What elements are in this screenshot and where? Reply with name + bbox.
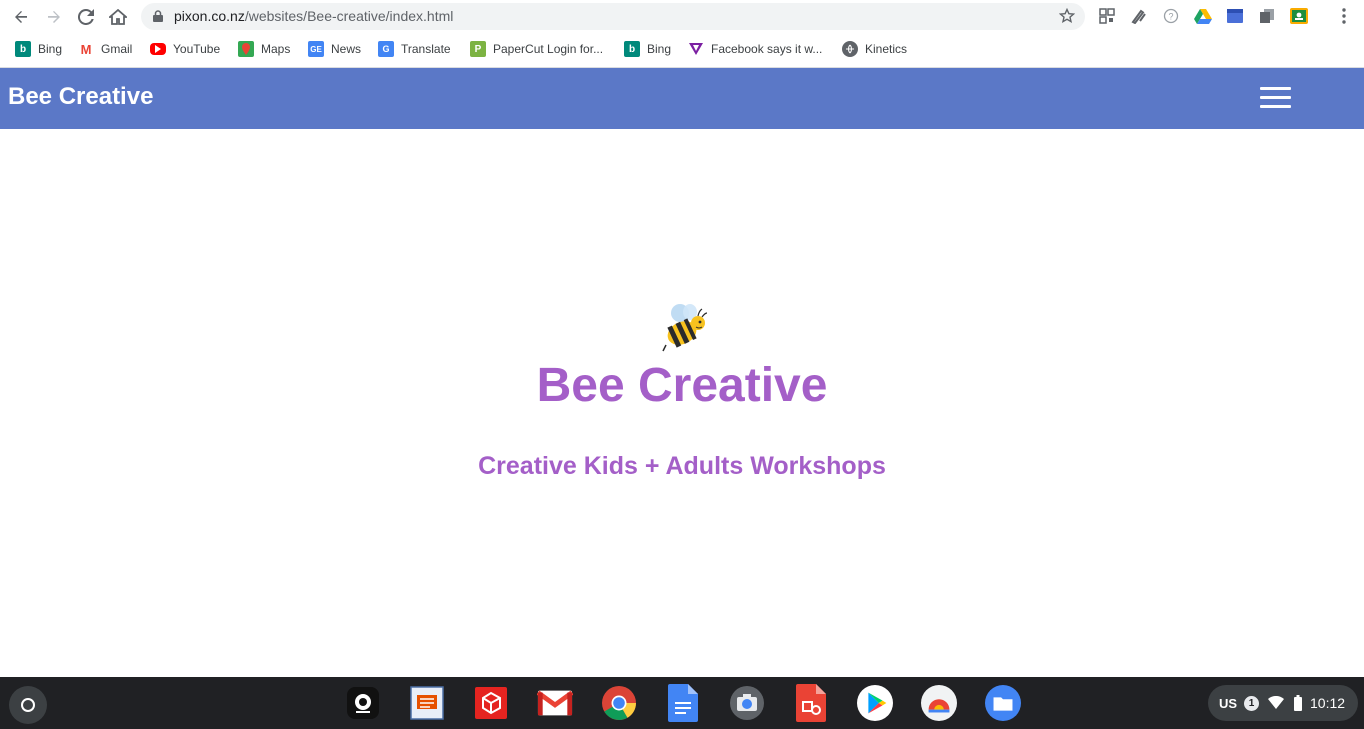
extension-window-icon[interactable]: [1226, 7, 1244, 25]
bookmark-label: Bing: [38, 42, 63, 56]
play-store-icon[interactable]: [857, 685, 893, 721]
chrome-canvas-icon[interactable]: [921, 685, 957, 721]
site-brand[interactable]: Bee Creative: [8, 83, 153, 111]
bing-icon: b: [624, 41, 640, 57]
screencast-icon[interactable]: [345, 685, 381, 721]
translate-icon: G: [378, 41, 394, 57]
bookmark-label: Gmail: [101, 42, 133, 56]
bookmark-item[interactable]: Kinetics: [842, 40, 907, 58]
files-icon[interactable]: [985, 685, 1021, 721]
address-bar[interactable]: pixon.co.nz/websites/Bee-creative/index.…: [141, 3, 1085, 30]
hero-title: Bee Creative: [536, 359, 828, 412]
lock-icon: [153, 10, 163, 22]
extension-copy-icon[interactable]: [1258, 7, 1276, 25]
wifi-icon: [1268, 696, 1284, 709]
status-tray[interactable]: US 1 10:12: [1208, 685, 1358, 721]
google-drive-icon[interactable]: [1194, 7, 1212, 25]
bookmark-label: Kinetics: [865, 42, 908, 56]
gmail-icon: M: [80, 41, 92, 57]
slides-app-icon[interactable]: [409, 685, 445, 721]
extension-qr-icon[interactable]: [1098, 7, 1116, 25]
bookmark-label: Facebook says it w...: [711, 42, 823, 56]
hamburger-menu-icon[interactable]: [1260, 87, 1292, 111]
bookmark-label: Maps: [261, 42, 291, 56]
home-icon[interactable]: [105, 4, 131, 30]
bing-icon: b: [15, 41, 31, 57]
notification-count-badge: 1: [1244, 696, 1259, 711]
forward-icon[interactable]: [41, 4, 67, 30]
maps-icon: [238, 41, 254, 57]
bookmark-label: Translate: [401, 42, 451, 56]
url-host: pixon.co.nz: [174, 8, 245, 24]
url-path: /websites/Bee-creative/index.html: [244, 8, 454, 24]
browser-chrome: pixon.co.nz/websites/Bee-creative/index.…: [0, 0, 1364, 68]
bookmark-label: Bing: [647, 42, 672, 56]
battery-icon: [1294, 695, 1302, 711]
hero-section: Bee Creative Creative Kids + Adults Work…: [0, 129, 1364, 677]
hero-subtitle: Creative Kids + Adults Workshops: [478, 452, 886, 480]
sketchup-icon[interactable]: [473, 685, 509, 721]
bee-icon: [662, 304, 708, 352]
google-classroom-icon[interactable]: [1290, 7, 1308, 25]
bookmark-item[interactable]: Facebook says it w...: [688, 40, 822, 58]
youtube-icon: [150, 43, 166, 55]
bookmark-star-icon[interactable]: [1059, 8, 1075, 24]
bookmarks-bar: b Bing M Gmail YouTube Maps GE News G Transl…: [0, 36, 1364, 62]
gmail-icon[interactable]: [537, 685, 573, 721]
bookmark-label: News: [331, 42, 362, 56]
bookmark-item[interactable]: G Translate: [378, 40, 451, 58]
office-icon[interactable]: [793, 684, 829, 722]
reload-icon[interactable]: [73, 4, 99, 30]
vice-icon: [688, 41, 704, 57]
clock: 10:12: [1310, 695, 1346, 711]
bookmark-label: YouTube: [173, 42, 221, 56]
bookmark-item[interactable]: b Bing: [624, 40, 671, 58]
launcher-button[interactable]: [9, 686, 47, 724]
back-icon[interactable]: [8, 4, 34, 30]
extension-help-icon[interactable]: ?: [1162, 7, 1180, 25]
papercut-icon: P: [470, 41, 486, 57]
globe-icon: [842, 41, 858, 57]
os-shelf: US 1 10:12: [0, 677, 1364, 729]
bookmark-item[interactable]: YouTube: [150, 40, 220, 58]
news-icon: GE: [308, 41, 324, 57]
bookmark-item[interactable]: GE News: [308, 40, 361, 58]
docs-icon[interactable]: [665, 684, 701, 722]
bookmark-label: PaperCut Login for...: [493, 42, 604, 56]
camera-icon[interactable]: [729, 685, 765, 721]
browser-toolbar: pixon.co.nz/websites/Bee-creative/index.…: [0, 0, 1364, 33]
browser-menu-icon[interactable]: [1336, 7, 1352, 25]
svg-text:?: ?: [1168, 12, 1173, 22]
url-text[interactable]: pixon.co.nz/websites/Bee-creative/index.…: [174, 8, 453, 24]
bookmark-item[interactable]: Maps: [238, 40, 290, 58]
bookmark-item[interactable]: M Gmail: [78, 40, 133, 58]
extension-pen-icon[interactable]: [1130, 7, 1148, 25]
input-language: US: [1219, 696, 1238, 711]
bookmark-item[interactable]: P PaperCut Login for...: [470, 40, 603, 58]
site-header: Bee Creative: [0, 68, 1364, 129]
bookmark-item[interactable]: b Bing: [15, 40, 62, 58]
chrome-icon[interactable]: [601, 685, 637, 721]
